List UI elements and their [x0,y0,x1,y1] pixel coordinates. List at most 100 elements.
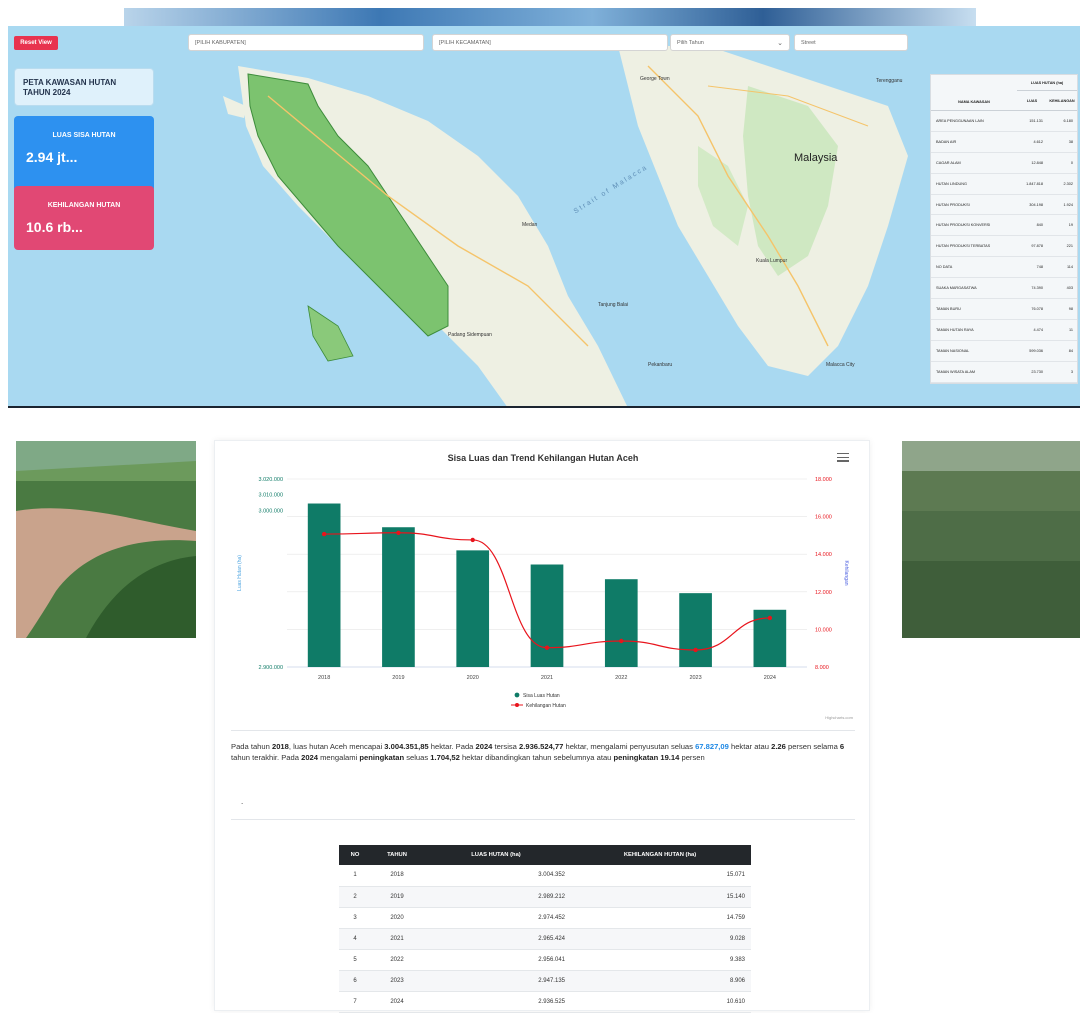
right-axis-tick: 8.000 [815,665,829,671]
right-axis-tick: 18.000 [815,477,832,483]
legend-row-kehilangan: 403 [1066,286,1073,291]
river-forest-photo [16,441,196,638]
left-axis-tick: 3.010.000 [259,493,283,499]
chart-credit: Highcharts.com [825,715,853,720]
kawasan-legend-table: NAMA KAWASAN LUAS HUTAN (ha) LUAS KEHILA… [930,74,1078,384]
legend-bar-label: Sisa Luas Hutan [523,693,560,699]
cell-luas: 3.004.352 [423,865,569,887]
legend-group-header: LUAS HUTAN (ha) [1017,75,1077,91]
legend-row-name: AREA PENGGUNAAN LAIN [936,118,984,123]
basemap-value: Street [801,39,816,46]
legend-row-kehilangan: 6.180 [1063,118,1073,123]
cell-kehilangan: 9.028 [569,928,751,950]
legend-row: NO DATA 748 114 [931,257,1077,279]
cell-no: 5 [339,949,371,971]
legend-row-kehilangan: 38 [1068,139,1073,144]
left-axis-tick: 3.000.000 [259,508,283,514]
legend-kehilangan-header: KEHILANGAN [1049,98,1075,103]
legend-row: SUAKA MARGASATWA 74.390 403 [931,278,1077,300]
legend-row: CAGAR ALAM 12.848 0 [931,153,1077,174]
right-axis-label: Kehilangan [843,560,849,585]
cell-luas: 2.965.424 [423,928,569,950]
x-tick-label: 2023 [689,675,701,681]
kecamatan-select[interactable]: [PILIH KECAMATAN] [432,34,668,51]
table-row: 4 2021 2.965.424 9.028 [339,928,751,950]
legend-row-luas: 151.131 [1029,118,1043,123]
th-no: NO [339,845,371,865]
cell-tahun: 2024 [371,991,423,1013]
legend-row-name: HUTAN LINDUNG [936,181,967,186]
cell-no: 1 [339,865,371,887]
chevron-down-icon: ⌄ [777,39,783,47]
x-tick-label: 2020 [467,675,479,681]
legend-row-name: TAMAN NASIONAL [936,348,970,353]
table-row: 5 2022 2.956.041 9.383 [339,949,751,971]
legend-row-kehilangan: 221 [1066,244,1073,249]
right-axis-tick: 14.000 [815,552,832,558]
legend-row-kehilangan: 0 [1070,160,1073,165]
legend-row-kehilangan: 98 [1068,306,1073,311]
cell-kehilangan: 14.759 [569,907,751,929]
kehilangan-point-2024 [767,615,773,621]
cell-luas: 2.974.452 [423,907,569,929]
map-label-george-town: George Town [640,76,670,82]
legend-row: AREA PENGGUNAAN LAIN 151.131 6.180 [931,111,1077,132]
divider-top [231,730,855,731]
cell-no: 2 [339,886,371,908]
cell-luas: 2.936.525 [423,991,569,1013]
bar-2019 [382,527,415,667]
map-title-card: PETA KAWASAN HUTAN TAHUN 2024 [14,68,154,106]
bar-2020 [456,550,490,667]
bar-2021 [530,564,564,667]
forest-map[interactable]: Reset View [PILIH KABUPATEN] [PILIH KECA… [8,26,1080,408]
legend-row-name: HUTAN PRODUKSI KONVERSI [936,223,991,228]
left-axis-label: Luas Hutan (ha) [237,555,243,591]
legend-row-luas: 840 [1036,223,1043,228]
kehilangan-value: 10.6 rb... [26,219,83,235]
legend-row-name: SUAKA MARGASATWA [936,286,977,291]
th-luas: LUAS HUTAN (ha) [423,845,569,865]
cell-tahun: 2023 [371,970,423,992]
x-tick-label: 2018 [318,675,330,681]
right-axis-tick: 12.000 [815,590,832,596]
legend-luas-header: LUAS [1026,98,1038,103]
legend-row-luas: 1.847.818 [1026,181,1043,186]
luas-sisa-label: LUAS SISA HUTAN [52,132,116,139]
summary-dot: . [241,797,244,806]
cell-no: 3 [339,907,371,929]
cell-luas: 2.956.041 [423,949,569,971]
x-tick-label: 2019 [392,675,404,681]
legend-row-name: TAMAN WISATA ALAM [936,369,976,374]
chart-svg: 8.000 10.000 12.000 14.000 16.000 18.000 2.900… [237,477,849,709]
map-label-kuala-lumpur: Kuala Lumpur [756,258,788,264]
legend-row: TAMAN HUTAN RAYA 4.474 11 [931,320,1077,341]
legend-row-name: BADAN AIR [936,139,957,144]
legend-row-luas: 304.198 [1029,202,1043,207]
map-label-pekanbaru: Pekanbaru [648,362,673,368]
legend-row: HUTAN PRODUKSI KONVERSI 840 19 [931,215,1077,237]
cell-luas: 2.947.135 [423,970,569,992]
x-tick-label: 2021 [541,675,553,681]
table-row: 7 2024 2.936.525 10.610 [339,991,751,1013]
x-tick-label: 2022 [615,675,627,681]
header-banner [124,8,976,26]
legend-row-kehilangan: 3 [1070,369,1073,374]
legend-row-kehilangan: 2.302 [1063,181,1073,186]
map-basemap[interactable] [8,26,1080,408]
legend-row-kehilangan: 19 [1068,223,1073,228]
kabupaten-select[interactable]: [PILIH KABUPATEN] [188,34,424,51]
cell-kehilangan: 9.383 [569,949,751,971]
basemap-select[interactable]: Street [794,34,908,51]
cell-kehilangan: 8.906 [569,970,751,992]
bar-2023 [679,593,712,667]
legend-row: TAMAN NASIONAL 599.036 84 [931,341,1077,362]
map-label-tanjung-balai: Tanjung Balai [598,302,629,308]
map-title: PETA KAWASAN HUTAN TAHUN 2024 [23,78,117,97]
table-row: 6 2023 2.947.135 8.906 [339,970,751,992]
tahun-select[interactable]: Pilih Tahun ⌄ [670,34,790,51]
legend-row-luas: 599.036 [1029,348,1043,353]
legend-line-label: Kehilangan Hutan [526,703,566,709]
cell-no: 7 [339,991,371,1013]
reset-view-button[interactable]: Reset View [14,36,58,50]
cell-tahun: 2018 [371,865,423,887]
